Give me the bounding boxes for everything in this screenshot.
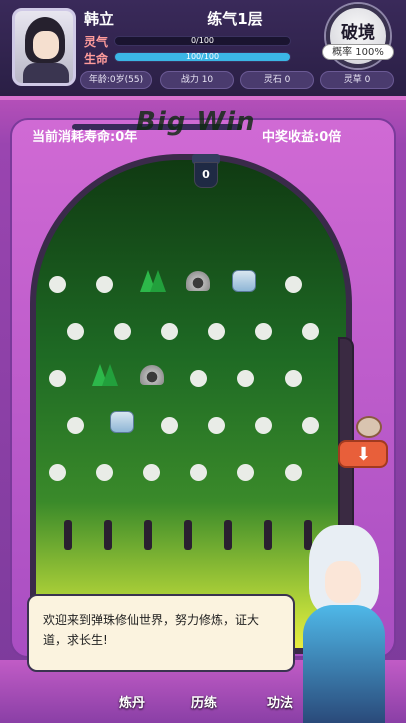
- slot-divider: [144, 520, 152, 550]
- life-label: 生命: [84, 52, 109, 66]
- peg: [285, 276, 302, 293]
- peg: [285, 464, 302, 481]
- life-value: 100/100: [185, 52, 220, 61]
- qi-value: 0/100: [190, 36, 215, 45]
- dialog-text: 欢迎来到弹珠修仙世界，努力修炼，证大道，求长生!: [43, 613, 260, 647]
- spirit-ore-icon: [232, 270, 256, 292]
- avatar[interactable]: [12, 8, 76, 86]
- guide-robe: [303, 605, 385, 723]
- guide-character: [285, 525, 395, 723]
- avatar-face: [33, 31, 59, 59]
- peg: [285, 370, 302, 387]
- slot-divider: [64, 520, 72, 550]
- peg: [208, 323, 225, 340]
- slot-divider: [104, 520, 112, 550]
- peg: [237, 464, 254, 481]
- down-arrow-icon: ⬇: [356, 444, 372, 465]
- player-realm: 练气1层: [207, 10, 263, 28]
- breakthrough-rate: 概率 100%: [322, 44, 394, 60]
- peg: [255, 417, 272, 434]
- spirit-tree-icon: [92, 360, 118, 386]
- spirit-tree-icon: [140, 266, 166, 292]
- peg: [96, 464, 113, 481]
- peg: [49, 464, 66, 481]
- spirit-stone-chip: 灵石 0: [240, 71, 314, 89]
- ball-count: 0: [202, 168, 210, 181]
- qi-label: 灵气: [84, 35, 109, 49]
- peg: [190, 464, 207, 481]
- peg: [114, 323, 131, 340]
- peg: [49, 370, 66, 387]
- breakthrough-label: 破境: [341, 23, 375, 43]
- peg: [67, 417, 84, 434]
- status-header: 韩立 练气1层 灵气 0/100 生命 100/100 年龄:0岁(55) 战力…: [0, 0, 406, 100]
- peg: [161, 323, 178, 340]
- herb-chip: 灵草 0: [320, 71, 394, 89]
- ball-shooter: 0: [192, 154, 220, 190]
- slot-divider: [184, 520, 192, 550]
- peg: [208, 417, 225, 434]
- ore-rock-icon: [186, 271, 210, 291]
- peg: [237, 370, 254, 387]
- peg: [49, 276, 66, 293]
- peg: [67, 323, 84, 340]
- slot-divider: [264, 520, 272, 550]
- stat-chips: 年龄:0岁(55) 战力 10 灵石 0 灵草 0: [80, 71, 396, 89]
- peg: [161, 417, 178, 434]
- breakthrough-button[interactable]: 破境 概率 100%: [322, 4, 394, 68]
- nav-alchemy[interactable]: 炼丹: [108, 690, 156, 718]
- guide-face: [325, 561, 361, 603]
- peg: [302, 417, 319, 434]
- qi-bar: 0/100: [114, 36, 291, 46]
- player-name: 韩立: [84, 10, 115, 28]
- peg: [143, 464, 160, 481]
- peg: [190, 370, 207, 387]
- avatar-body: [23, 63, 69, 83]
- launch-button[interactable]: ⬇: [338, 440, 388, 468]
- mascot-icon: [356, 416, 382, 438]
- spirit-ore-icon: [110, 411, 134, 433]
- life-bar: 100/100: [114, 52, 291, 62]
- lifespan-cost: 当前消耗寿命:0年: [32, 130, 138, 145]
- peg: [96, 276, 113, 293]
- ore-rock-icon: [140, 365, 164, 385]
- big-win-banner: Big Win: [136, 107, 256, 137]
- nav-travel[interactable]: 历练: [180, 690, 228, 718]
- peg: [255, 323, 272, 340]
- slot-divider: [224, 520, 232, 550]
- welcome-dialog[interactable]: 欢迎来到弹珠修仙世界，努力修炼，证大道，求长生!: [27, 594, 295, 672]
- power-chip: 战力 10: [160, 71, 234, 89]
- payout-multiplier: 中奖收益:0倍: [262, 130, 342, 145]
- age-chip: 年龄:0岁(55): [80, 71, 152, 89]
- peg: [302, 323, 319, 340]
